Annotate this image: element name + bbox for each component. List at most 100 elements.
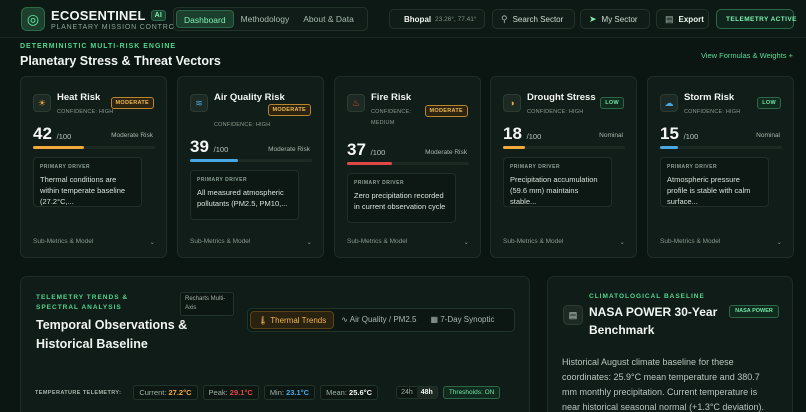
chevron-down-icon: ⌄ [463, 239, 469, 246]
brand-name: ECOSENTINEL [51, 7, 146, 23]
primary-driver-text: Precipitation accumulation (59.6 mm) mai… [510, 175, 598, 206]
telemetry-status-badge: TELEMETRY ACTIVE [716, 9, 796, 29]
search-icon: ⚲ [501, 13, 508, 24]
pulse-icon: ∿ [341, 315, 348, 324]
chevron-down-icon: ⌄ [149, 239, 155, 246]
submetrics-toggle[interactable]: Sub-Metrics & Model ⌄ [503, 238, 625, 246]
submetrics-label: Sub-Metrics & Model [190, 238, 251, 245]
submetrics-toggle[interactable]: Sub-Metrics & Model ⌄ [190, 238, 312, 246]
baseline-description: Historical August climate baseline for t… [562, 357, 764, 412]
submetrics-toggle[interactable]: Sub-Metrics & Model ⌄ [33, 238, 155, 246]
stat-current: Current: 27.2°C [133, 385, 198, 400]
tab-label: 7-Day Synoptic [440, 315, 495, 324]
export-button[interactable]: ▤ Export [656, 9, 709, 29]
card-title: Heat Risk [57, 92, 101, 103]
chevron-down-icon: ⌄ [776, 239, 782, 246]
primary-driver-box: PRIMARY DRIVER Zero precipitation record… [347, 173, 456, 223]
card-confidence: CONFIDENCE: HIGH [684, 109, 741, 115]
tab-about-data[interactable]: About & Data [296, 10, 361, 28]
tab-thermal-trends[interactable]: 🌡︎ Thermal Trends [250, 311, 335, 329]
chevron-down-icon: ⌄ [619, 239, 625, 246]
my-sector-button[interactable]: ➤ My Sector [580, 9, 650, 29]
primary-driver-box: PRIMARY DRIVER Atmospheric pressure prof… [660, 157, 769, 207]
tab-label: Air Quality / PM2.5 [349, 315, 417, 324]
brand[interactable]: ◎ ECOSENTINEL AI PLANETARY MISSION CONTRO… [21, 7, 180, 31]
risk-progress-bar [33, 146, 155, 149]
risk-progress-bar [660, 146, 782, 149]
risk-score: 42 /100 [33, 124, 72, 143]
flame-icon: ♨ [347, 94, 365, 112]
primary-driver-box: PRIMARY DRIVER All measured atmospheric … [190, 170, 299, 220]
primary-driver-label: PRIMARY DRIVER [197, 177, 248, 183]
thermometer-icon: 🌡︎ [258, 316, 269, 325]
main-nav: Dashboard Methodology About & Data [173, 7, 368, 31]
risk-status-text: Nominal [599, 132, 623, 139]
thresholds-toggle[interactable]: Thresholds: ON [442, 386, 501, 399]
range-24h[interactable]: 24h [397, 387, 417, 398]
card-confidence: CONFIDENCE: HIGH [57, 109, 114, 115]
range-toggle: 24h 48h [396, 386, 438, 399]
risk-status-text: Moderate Risk [268, 146, 310, 153]
submetrics-label: Sub-Metrics & Model [503, 238, 564, 245]
risk-card-fire[interactable]: ♨ Fire Risk CONFIDENCE: MEDIUM MODERATE … [334, 76, 481, 258]
risk-score: 15 /100 [660, 124, 699, 143]
tab-methodology[interactable]: Methodology [234, 10, 297, 28]
database-icon: ▤ [563, 305, 583, 325]
card-title: Air Quality Risk [214, 92, 285, 103]
risk-progress-bar [503, 146, 625, 149]
risk-progress-bar [347, 162, 469, 165]
wind-icon: ≋ [190, 94, 208, 112]
range-48h[interactable]: 48h [416, 387, 437, 398]
tab-7-day-synoptic[interactable]: ▦ 7-Day Synoptic [423, 311, 501, 329]
primary-driver-label: PRIMARY DRIVER [667, 164, 718, 170]
my-sector-label: My Sector [601, 14, 638, 24]
search-sector-button[interactable]: ⚲ Search Sector [492, 9, 575, 29]
card-confidence: CONFIDENCE: HIGH [214, 122, 271, 128]
location-selector[interactable]: Bhopal 23.26°, 77.41° [389, 9, 485, 29]
baseline-label: CLIMATOLOGICAL BASELINE [589, 293, 705, 300]
tab-air-quality[interactable]: ∿ Air Quality / PM2.5 [334, 311, 423, 329]
risk-card-drought[interactable]: ◑ Drought Stress CONFIDENCE: HIGH LOW 18… [490, 76, 637, 258]
sun-icon: ☀ [33, 94, 51, 112]
stat-min: Min: 23.1°C [263, 385, 316, 400]
engine-title: Planetary Stress & Threat Vectors [20, 54, 221, 68]
trends-label: TELEMETRY TRENDS & SPECTRAL ANALYSIS [36, 294, 129, 311]
risk-card-heat[interactable]: ☀ Heat Risk CONFIDENCE: HIGH MODERATE 42… [20, 76, 167, 258]
globe-icon: ◎ [21, 7, 45, 31]
risk-status-text: Moderate Risk [111, 132, 153, 139]
stat-mean: Mean: 25.6°C [320, 385, 379, 400]
risk-score: 37 /100 [347, 140, 386, 159]
primary-driver-text: Atmospheric pressure profile is stable w… [667, 175, 751, 206]
stat-peak: Peak: 29.1°C [202, 385, 259, 400]
temperature-telemetry-row: TEMPERATURE TELEMETRY: Current: 27.2°C P… [35, 385, 501, 400]
risk-progress-bar [190, 159, 312, 162]
engine-label: DETERMINISTIC MULTI-RISK ENGINE [20, 43, 177, 50]
primary-driver-label: PRIMARY DRIVER [40, 164, 91, 170]
submetrics-toggle[interactable]: Sub-Metrics & Model ⌄ [347, 238, 469, 246]
primary-driver-label: PRIMARY DRIVER [510, 164, 561, 170]
card-confidence: CONFIDENCE: HIGH [527, 109, 584, 115]
temperature-telemetry-label: TEMPERATURE TELEMETRY: [35, 389, 122, 396]
risk-card-air-quality[interactable]: ≋ Air Quality Risk CONFIDENCE: HIGH MODE… [177, 76, 324, 258]
location-city: Bhopal [404, 14, 432, 24]
drought-icon: ◑ [503, 94, 521, 112]
card-title: Storm Risk [684, 92, 735, 103]
submetrics-label: Sub-Metrics & Model [660, 238, 721, 245]
view-formulas-link[interactable]: View Formulas & Weights + [701, 51, 793, 60]
location-coords: 23.26°, 77.41° [435, 15, 477, 23]
card-confidence: CONFIDENCE: MEDIUM [371, 109, 412, 126]
ai-badge: AI [150, 9, 167, 21]
cloud-icon: ☁ [660, 94, 678, 112]
submetrics-label: Sub-Metrics & Model [347, 238, 408, 245]
search-sector-label: Search Sector [512, 14, 564, 24]
baseline-title: NASA POWER 30-Year Benchmark [589, 305, 718, 337]
tab-label: Thermal Trends [270, 316, 327, 325]
risk-card-storm[interactable]: ☁ Storm Risk CONFIDENCE: HIGH LOW 15 /10… [647, 76, 794, 258]
card-title: Drought Stress [527, 92, 596, 103]
trends-title: Temporal Observations & Historical Basel… [36, 318, 188, 351]
submetrics-toggle[interactable]: Sub-Metrics & Model ⌄ [660, 238, 782, 246]
trend-tabs: 🌡︎ Thermal Trends ∿ Air Quality / PM2.5 … [247, 308, 515, 332]
risk-level-badge: MODERATE [110, 97, 154, 109]
risk-level-badge: MODERATE [267, 104, 311, 116]
tab-dashboard[interactable]: Dashboard [176, 10, 234, 28]
